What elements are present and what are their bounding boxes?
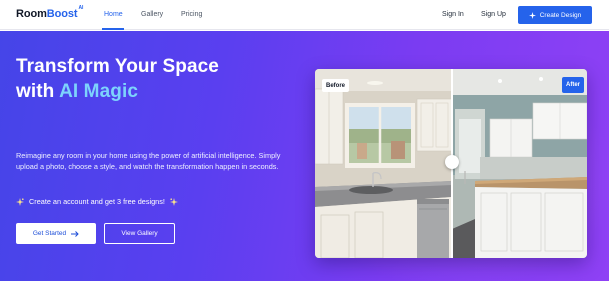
sign-in-link[interactable]: Sign In [442, 11, 464, 18]
sign-up-link[interactable]: Sign Up [481, 11, 506, 18]
after-image [452, 69, 587, 258]
nav-active-indicator [102, 28, 124, 30]
nav-link-pricing[interactable]: Pricing [181, 11, 202, 18]
create-design-button[interactable]: Create Design [518, 6, 592, 24]
promo-text: Create an account and get 3 free designs… [16, 197, 178, 206]
sparkle-icon [16, 197, 24, 206]
view-gallery-button[interactable]: View Gallery [104, 223, 175, 244]
nav-link-gallery[interactable]: Gallery [141, 11, 163, 18]
nav-link-home[interactable]: Home [104, 11, 123, 18]
view-gallery-label: View Gallery [121, 230, 158, 237]
get-started-label: Get Started [32, 230, 67, 237]
hero-headline: Transform Your Space with AI Magic [16, 54, 306, 104]
headline-line2: with AI Magic [16, 79, 306, 104]
sparkle-icon [528, 11, 536, 19]
get-started-button[interactable]: Get Started [16, 223, 96, 244]
headline-line2-prefix: with [16, 81, 55, 102]
brand-logo[interactable]: RoomBoostAI [16, 5, 84, 20]
before-label: Before [322, 79, 350, 92]
promo-label: Create an account and get 3 free designs… [29, 197, 165, 206]
brand-name-part2: Boost [46, 8, 78, 20]
sparkle-icon [169, 197, 178, 206]
headline-accent: AI Magic [59, 81, 139, 102]
after-label: After [562, 77, 585, 93]
top-nav: RoomBoostAI Home Gallery Pricing Sign In… [0, 0, 609, 30]
arrow-right-icon [71, 230, 79, 237]
before-image [315, 69, 453, 258]
headline-line1: Transform Your Space [16, 56, 219, 77]
brand-name-part1: Room [16, 8, 47, 20]
create-design-label: Create Design [539, 11, 582, 19]
hero-description: Reimagine any room in your home using th… [16, 151, 281, 171]
brand-badge: AI [78, 5, 84, 12]
comparison-slider-handle[interactable] [445, 155, 459, 169]
